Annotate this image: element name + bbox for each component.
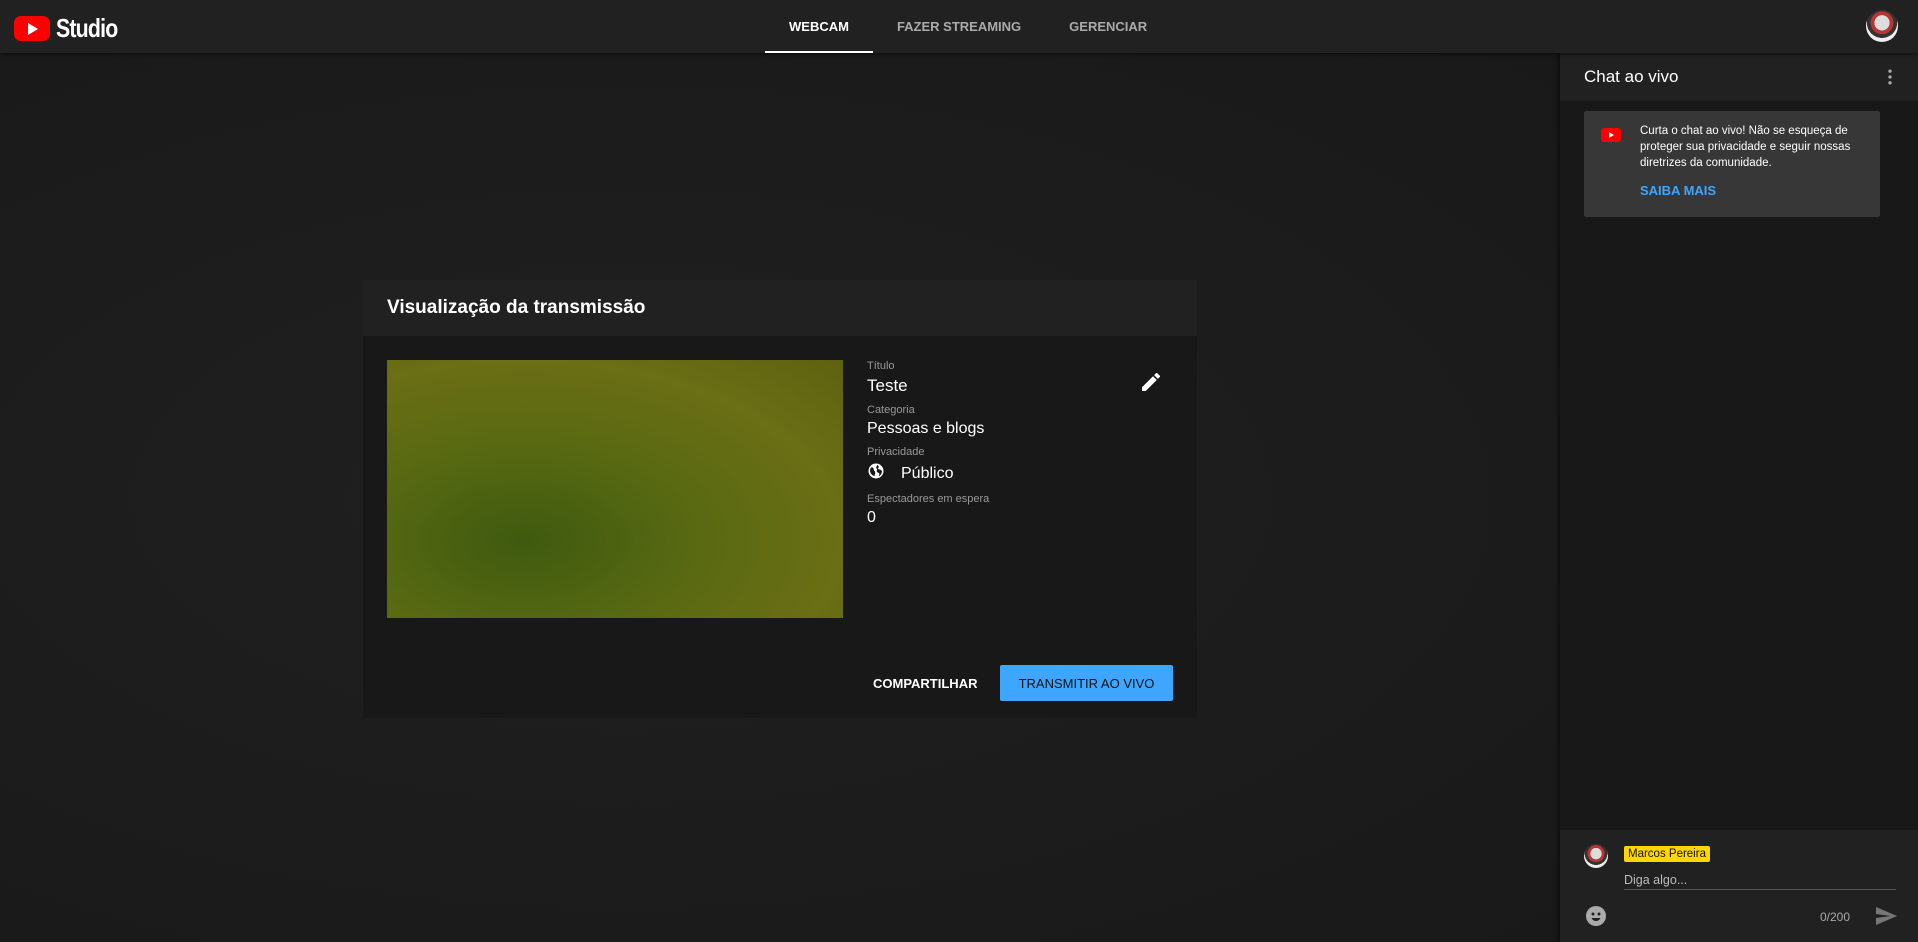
youtube-play-icon xyxy=(14,16,50,41)
waiting-viewers-value: 0 xyxy=(867,509,876,526)
share-button[interactable]: COMPARTILHAR xyxy=(863,665,987,701)
char-counter: 0/200 xyxy=(1820,910,1851,924)
studio-logo[interactable]: Studio xyxy=(14,13,131,44)
chat-title: Chat ao vivo xyxy=(1560,53,1918,101)
edit-pencil-icon[interactable] xyxy=(1139,370,1163,394)
waiting-viewers-label: Espectadores em espera xyxy=(867,493,990,505)
chat-message-input[interactable] xyxy=(1624,870,1896,890)
top-bar: Studio WEBCAM FAZER STREAMING GERENCIAR xyxy=(0,0,1918,53)
youtube-icon xyxy=(1601,128,1621,142)
author-name-badge: Marcos Pereira xyxy=(1624,846,1710,862)
tab-bar: WEBCAM FAZER STREAMING GERENCIAR xyxy=(765,0,1171,53)
card-title: Visualização da transmissão xyxy=(363,280,1197,336)
main-area: Visualização da transmissão Título Teste… xyxy=(0,53,1560,942)
privacy-label: Privacidade xyxy=(867,446,925,458)
account-avatar[interactable] xyxy=(1866,10,1898,42)
title-label: Título xyxy=(867,360,895,372)
more-vert-icon[interactable] xyxy=(1880,67,1900,87)
category-value: Pessoas e blogs xyxy=(867,420,985,437)
live-chat-panel: Chat ao vivo Curta o chat ao vivo! Não s… xyxy=(1560,53,1918,942)
tab-webcam[interactable]: WEBCAM xyxy=(765,0,873,53)
stream-info: Título Teste Categoria Pessoas e blogs P… xyxy=(867,360,1167,527)
notice-text: Curta o chat ao vivo! Não se esqueça de … xyxy=(1640,125,1851,169)
logo-text: Studio xyxy=(56,13,118,43)
emoji-icon[interactable] xyxy=(1584,904,1608,928)
category-label: Categoria xyxy=(867,404,915,416)
tab-fazer-streaming[interactable]: FAZER STREAMING xyxy=(873,0,1045,53)
go-live-button[interactable]: TRANSMITIR AO VIVO xyxy=(1000,665,1173,701)
chat-input-area: Marcos Pereira 0/200 xyxy=(1560,830,1918,942)
avatar xyxy=(1584,844,1608,868)
privacy-row: Público xyxy=(867,462,1167,485)
globe-icon xyxy=(867,462,885,485)
title-value: Teste xyxy=(867,376,908,395)
learn-more-link[interactable]: SAIBA MAIS xyxy=(1640,183,1716,198)
privacy-value: Público xyxy=(901,464,954,482)
webcam-preview xyxy=(387,360,843,618)
tab-gerenciar[interactable]: GERENCIAR xyxy=(1045,0,1171,53)
chat-notice: Curta o chat ao vivo! Não se esqueça de … xyxy=(1584,111,1880,217)
send-icon[interactable] xyxy=(1874,904,1898,928)
stream-preview-card: Visualização da transmissão Título Teste… xyxy=(363,280,1197,718)
